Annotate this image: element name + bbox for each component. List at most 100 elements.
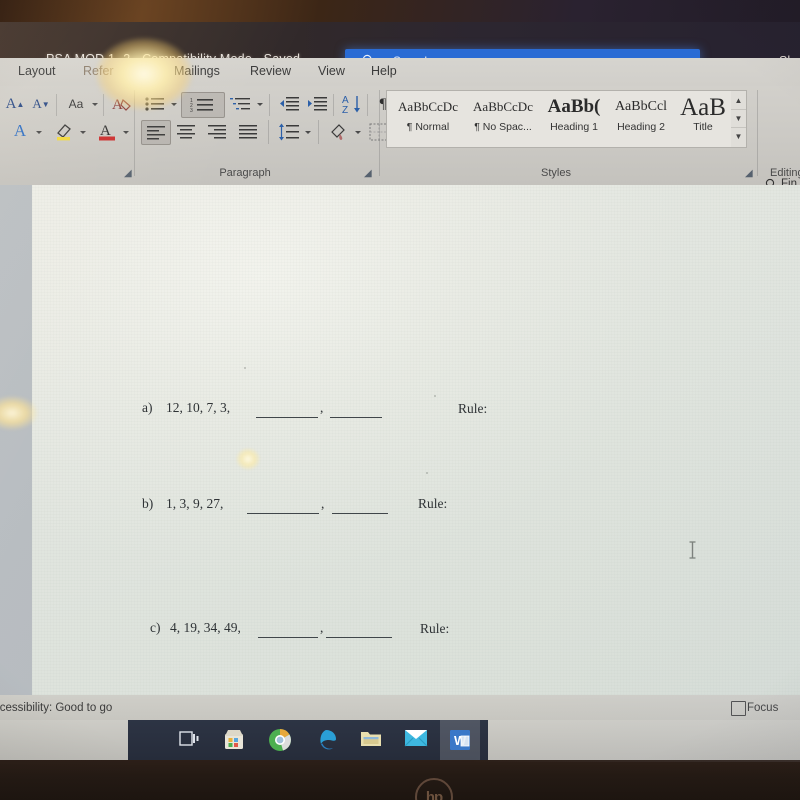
microsoft-edge-icon[interactable]: [314, 728, 338, 752]
style-preview: AaBbCcl: [614, 99, 668, 114]
line-spacing-button[interactable]: [276, 120, 302, 143]
numbering-button[interactable]: 1 2 3: [181, 92, 225, 118]
focus-mode-icon[interactable]: [731, 701, 746, 716]
answer-blank[interactable]: [332, 513, 388, 514]
page-speck: [426, 472, 428, 474]
svg-text:3: 3: [190, 108, 193, 113]
file-explorer-icon[interactable]: [359, 728, 383, 752]
styles-dialog-launcher[interactable]: ◢: [745, 168, 756, 179]
clear-formatting-button[interactable]: A: [110, 94, 134, 114]
text-cursor-ibeam: [688, 540, 696, 559]
style-preview: AaBbCcDc: [473, 99, 533, 114]
sort-button[interactable]: A Z: [340, 92, 364, 116]
bullets-caret-icon[interactable]: [170, 101, 178, 107]
answer-blank[interactable]: [247, 513, 319, 514]
blank-separator-comma: ,: [321, 496, 325, 511]
shading-button[interactable]: [326, 120, 352, 143]
answer-blank[interactable]: [256, 417, 318, 418]
ribbon: Layout Refer Mailings Review View Help A…: [0, 58, 800, 233]
word-icon[interactable]: W: [448, 728, 472, 752]
style-label: Heading 2: [617, 121, 665, 133]
focus-mode-button[interactable]: Focus: [747, 702, 778, 714]
blank-separator-comma: ,: [320, 620, 324, 635]
ribbon-body: A ▲ A ▼ Aa A A A ◢ 1 2 3 A Z ¶ Paragraph…: [0, 86, 800, 233]
font-color-caret-icon[interactable]: [122, 129, 130, 135]
change-case-caret-icon[interactable]: [91, 101, 99, 107]
tab-view[interactable]: View: [318, 64, 345, 78]
gallery-scroll-up-icon[interactable]: ▲: [731, 91, 746, 110]
page-speck: [434, 395, 436, 397]
style-preview: AaB: [680, 94, 726, 121]
change-case-button[interactable]: Aa: [62, 94, 90, 114]
style-heading-1[interactable]: AaBb( Heading 1: [541, 93, 607, 145]
style-no-spacing[interactable]: AaBbCcDc ¶ No Spac...: [466, 93, 540, 145]
page-tint: [32, 185, 800, 695]
gallery-more-icon[interactable]: ▼: [731, 127, 746, 145]
windows-taskbar[interactable]: [128, 720, 488, 760]
answer-blank[interactable]: [326, 637, 392, 638]
align-left-button[interactable]: [141, 120, 171, 145]
bullets-button[interactable]: [142, 94, 168, 114]
document-page[interactable]: a) 12, 10, 7, 3, , Rule: b) 1, 3, 9, 27,…: [32, 185, 800, 791]
accessibility-status[interactable]: ccessibility: Good to go: [0, 702, 112, 714]
answer-blank[interactable]: [330, 417, 382, 418]
task-view-icon[interactable]: [177, 728, 201, 752]
rule-label: Rule:: [418, 496, 448, 511]
style-preview: AaBb(: [547, 96, 601, 117]
item-label: c): [150, 620, 161, 635]
text-highlight-color-button[interactable]: [52, 120, 76, 142]
page-speck: [244, 367, 246, 369]
increase-indent-button[interactable]: [305, 94, 329, 114]
answer-blank[interactable]: [258, 637, 318, 638]
page-texture: [32, 185, 800, 695]
tab-references[interactable]: Refer: [83, 64, 114, 78]
styles-gallery-scrollbar[interactable]: ▲ ▼ ▼: [731, 90, 747, 148]
group-label-styles: Styles: [541, 167, 571, 179]
style-title[interactable]: AaB Title: [675, 93, 731, 145]
tab-help[interactable]: Help: [371, 64, 397, 78]
gallery-scroll-down-icon[interactable]: ▼: [731, 109, 746, 128]
tab-layout[interactable]: Layout: [18, 64, 56, 78]
item-label: b): [142, 496, 154, 511]
item-label: a): [142, 400, 153, 415]
style-heading-2[interactable]: AaBbCcl Heading 2: [608, 93, 674, 145]
style-label: ¶ Normal: [406, 121, 450, 133]
ribbon-tab-strip: Layout Refer Mailings Review View Help: [0, 58, 800, 86]
item-sequence: 1, 3, 9, 27,: [166, 496, 224, 511]
tab-review[interactable]: Review: [250, 64, 291, 78]
text-effects-button[interactable]: A: [8, 120, 32, 142]
style-preview: AaBbCcDc: [398, 99, 458, 114]
multilevel-list-caret-icon[interactable]: [256, 101, 264, 107]
word-title-bar: PSA MOD 1 -2 - Compatibility Mode - Save…: [0, 22, 800, 74]
google-chrome-icon[interactable]: [268, 728, 292, 752]
text-effects-caret-icon[interactable]: [35, 129, 43, 135]
tab-mailings[interactable]: Mailings: [174, 64, 220, 78]
style-normal[interactable]: AaBbCcDc ¶ Normal: [391, 93, 465, 145]
svg-text:Z: Z: [342, 105, 348, 115]
decrease-indent-button[interactable]: [277, 94, 301, 114]
screenshot-root: PSA MOD 1 -2 - Compatibility Mode - Save…: [0, 0, 800, 800]
rule-label: Rule:: [420, 621, 450, 636]
laptop-bezel-bottom: [0, 760, 800, 800]
mail-icon[interactable]: [404, 728, 428, 752]
rule-label: Rule:: [458, 401, 488, 416]
microsoft-store-icon[interactable]: [222, 728, 246, 752]
item-sequence: 4, 19, 34, 49,: [170, 620, 241, 635]
text-highlight-caret-icon[interactable]: [79, 129, 87, 135]
grow-font-button[interactable]: A ▲: [4, 94, 26, 114]
group-label-paragraph: Paragraph: [219, 167, 271, 179]
align-center-button[interactable]: [172, 120, 200, 143]
font-color-button[interactable]: A: [95, 120, 119, 142]
paragraph-dialog-launcher[interactable]: ◢: [364, 168, 375, 179]
shading-caret-icon[interactable]: [354, 129, 362, 135]
item-sequence: 12, 10, 7, 3,: [166, 400, 231, 415]
styles-gallery[interactable]: AaBbCcDc ¶ Normal AaBbCcDc ¶ No Spac... …: [386, 90, 733, 148]
blank-separator-comma: ,: [320, 400, 324, 415]
align-right-button[interactable]: [203, 120, 231, 143]
status-bar: ccessibility: Good to go Focus: [0, 695, 800, 720]
multilevel-list-button[interactable]: [228, 94, 254, 114]
shrink-font-button[interactable]: A ▼: [30, 94, 52, 114]
line-spacing-caret-icon[interactable]: [304, 129, 312, 135]
document-canvas[interactable]: a) 12, 10, 7, 3, , Rule: b) 1, 3, 9, 27,…: [0, 185, 800, 791]
justify-button[interactable]: [234, 120, 262, 143]
